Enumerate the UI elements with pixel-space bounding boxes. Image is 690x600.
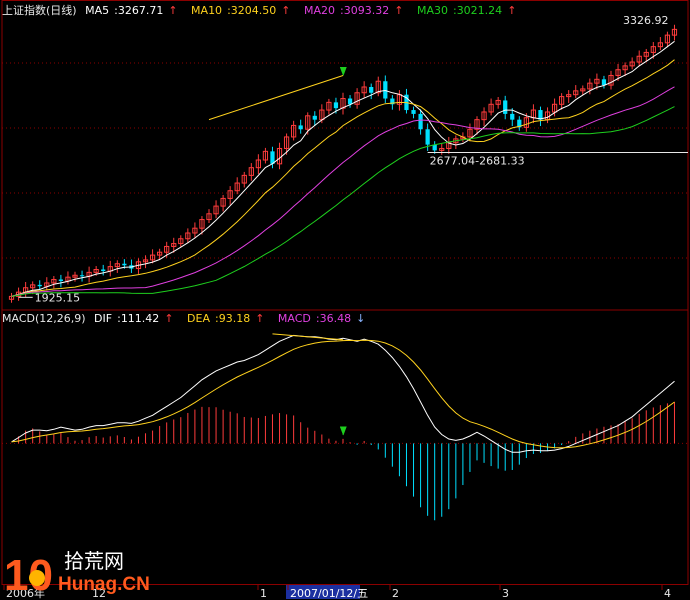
candle-body-down xyxy=(510,113,515,120)
chart-canvas: 1925.152677.04-2681.333326.922006年 12 1 200… xyxy=(1,0,689,600)
x-tick-label: 3 xyxy=(502,587,509,600)
watermark-logo: 10 拾荒网 Hunag.CN xyxy=(4,549,150,596)
candle-body-down xyxy=(601,79,607,86)
macd-trendline xyxy=(272,333,344,341)
x-tick-label: 1 xyxy=(260,587,267,600)
candle-body-down xyxy=(369,87,374,93)
stock-chart: 上证指数(日线) MA5:3267.71 ↑ MA10:3204.50 ↑ MA20… xyxy=(0,0,690,600)
low-label: 1925.15 xyxy=(35,291,81,304)
candle-body-down xyxy=(312,115,317,120)
candle-body-down xyxy=(37,284,42,287)
mid-range-label: 2677.04-2681.33 xyxy=(430,155,525,168)
candle-body-down xyxy=(383,81,388,99)
watermark-url: Hunag.CN xyxy=(58,574,150,595)
ma20-line xyxy=(11,86,675,297)
candle-body-down xyxy=(298,125,303,130)
x-tick-label: 2 xyxy=(392,587,399,600)
candle-body-down xyxy=(333,102,339,109)
candle-body-down xyxy=(411,110,416,114)
signal-arrow-icon xyxy=(340,67,347,76)
ma30-line xyxy=(11,106,675,297)
watermark-coin-icon xyxy=(29,570,45,586)
candle-body-down xyxy=(79,275,85,277)
watermark-number: 10 xyxy=(4,551,53,596)
watermark-cn: 拾荒网 xyxy=(64,549,124,573)
price-trendline xyxy=(208,74,344,121)
macd-signal-arrow-icon xyxy=(340,426,347,436)
candle-body-down xyxy=(503,100,508,114)
candle-body-down xyxy=(425,129,430,145)
candle-body-down xyxy=(101,269,106,272)
x-tick-label: 4 xyxy=(664,587,671,600)
high-label: 3326.92 xyxy=(623,14,669,27)
x-tick-label: 2007/01/12/五 xyxy=(290,587,368,600)
candle-body-down xyxy=(418,113,423,130)
candle-body-down xyxy=(58,279,64,282)
candle-body-down xyxy=(122,263,127,266)
